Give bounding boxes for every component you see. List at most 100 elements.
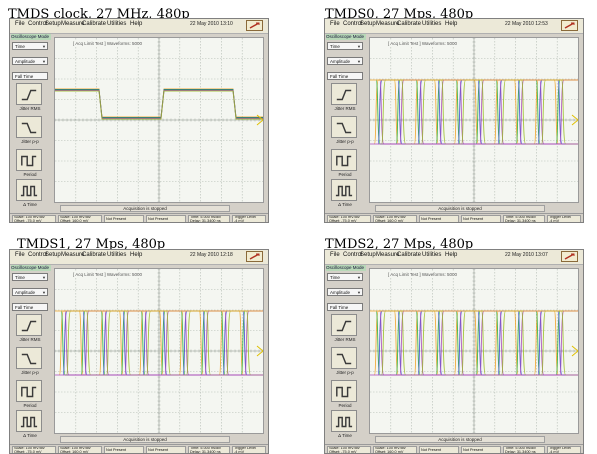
amplitude-select[interactable]: Amplitude ▼ [327, 288, 363, 296]
jitter-rms-button[interactable] [16, 83, 42, 105]
channel-4-settings[interactable]: Not Present [461, 215, 501, 222]
menu-item-setup[interactable]: Setup [360, 21, 376, 27]
amplitude-select-label: Amplitude [330, 59, 351, 64]
scope-window: File Control Setup Measure Calibrate Utilitie… [9, 18, 269, 223]
close-icon [249, 253, 260, 260]
time-select[interactable]: Time ▼ [327, 273, 363, 281]
amplitude-select[interactable]: Amplitude ▼ [327, 57, 363, 65]
menu-item-file[interactable]: File [330, 252, 340, 258]
menu-item-file[interactable]: File [15, 21, 25, 27]
channel-2-settings[interactable]: Scale: 100 mV/div Offset: 160.0 mV [58, 215, 102, 222]
amplitude-select[interactable]: Amplitude ▼ [12, 288, 48, 296]
timebase-settings[interactable]: Time: 5.000 ns/div Delay: 31.3400 ns [188, 446, 230, 453]
menu-item-setup[interactable]: Setup [45, 252, 61, 258]
channel-3-settings[interactable]: Not Present [419, 446, 459, 453]
menu-item-measure[interactable]: Measure [61, 252, 84, 258]
menu-item-file[interactable]: File [330, 21, 340, 27]
channel-4-settings[interactable]: Not Present [146, 215, 186, 222]
channel-4-settings[interactable]: Not Present [146, 446, 186, 453]
sidebar-button-label: Jitter p-p [336, 139, 354, 144]
menu-item-calibrate[interactable]: Calibrate [82, 21, 106, 27]
time-select[interactable]: Time ▼ [12, 42, 48, 50]
timebase-settings[interactable]: Time: 5.000 ns/div Delay: 31.3400 ns [503, 215, 545, 223]
jitter-pp-button[interactable] [16, 116, 42, 138]
channel-2-settings[interactable]: Scale: 100 mV/div Offset: 160.0 mV [58, 446, 102, 453]
menu-item-help[interactable]: Help [445, 21, 457, 27]
amplitude-select[interactable]: Amplitude ▼ [12, 57, 48, 65]
channel-bar-text: Not Present [148, 217, 169, 221]
period-button[interactable] [16, 380, 42, 402]
acquisition-title: [ Acq Limit Test ] Waveforms: 5000 [73, 41, 143, 46]
fall-time-select-label: Fall Time [15, 74, 34, 79]
time-select[interactable]: Time ▼ [327, 42, 363, 50]
trigger-settings[interactable]: Trigger Level -4 mV [232, 446, 266, 453]
jitter-pp-button[interactable] [331, 347, 357, 369]
trigger-settings[interactable]: Trigger Level -4 mV [547, 215, 581, 222]
menu-item-calibrate[interactable]: Calibrate [82, 252, 106, 258]
channel-1-settings[interactable]: Scale: 100 mV/div Offset: -75.0 mV [12, 446, 56, 453]
period-button[interactable] [331, 380, 357, 402]
channel-bar-text: Delay: 31.3400 ns [505, 218, 536, 223]
channel-2-settings[interactable]: Scale: 100 mV/div Offset: 160.0 mV [373, 446, 417, 453]
menu-item-file[interactable]: File [15, 252, 25, 258]
jitter-rms-button[interactable] [16, 314, 42, 336]
menu-bar: File Control Setup Measure Calibrate Utilitie… [325, 19, 583, 34]
menu-item-utilities[interactable]: Utilities [422, 252, 441, 258]
waveform-graticule [370, 38, 578, 202]
channel-3-settings[interactable]: Not Present [419, 215, 459, 222]
period-button[interactable] [331, 149, 357, 171]
menu-item-utilities[interactable]: Utilities [107, 252, 126, 258]
jitter-pp-button[interactable] [331, 116, 357, 138]
delta-time-button[interactable] [331, 410, 357, 432]
trigger-settings[interactable]: Trigger Level -4 mV [232, 215, 266, 222]
menu-item-measure[interactable]: Measure [61, 21, 84, 27]
close-button[interactable] [246, 251, 263, 262]
menu-item-help[interactable]: Help [445, 252, 457, 258]
timebase-settings[interactable]: Time: 5.000 ns/div Delay: 31.3400 ns [188, 215, 230, 222]
fall-time-select[interactable]: Fall Time [12, 72, 48, 80]
jitter-rms-button[interactable] [331, 83, 357, 105]
sidebar-button-label: Period [23, 172, 37, 177]
delta-time-button[interactable] [331, 179, 357, 201]
fall-time-select[interactable]: Fall Time [12, 303, 48, 311]
channel-3-settings[interactable]: Not Present [104, 446, 144, 453]
jitter-pp-button[interactable] [16, 347, 42, 369]
delta-time-button[interactable] [16, 410, 42, 432]
amplitude-select-label: Amplitude [330, 290, 351, 295]
channel-3-settings[interactable]: Not Present [104, 215, 144, 222]
delta-time-button[interactable] [16, 179, 42, 201]
channel-4-settings[interactable]: Not Present [461, 446, 501, 453]
pulse-icon [20, 185, 38, 197]
jitter-rms-button[interactable] [331, 314, 357, 336]
timebase-settings[interactable]: Time: 5.000 ns/div Delay: 31.3400 ns [503, 446, 545, 454]
menu-item-setup[interactable]: Setup [45, 21, 61, 27]
sidebar-button-label: Jitter p-p [336, 370, 354, 375]
close-button[interactable] [246, 20, 263, 31]
menu-item-utilities[interactable]: Utilities [422, 21, 441, 27]
period-button[interactable] [16, 149, 42, 171]
period-icon [21, 155, 37, 167]
menu-item-measure[interactable]: Measure [376, 252, 399, 258]
fall-time-select[interactable]: Fall Time [327, 72, 363, 80]
fall-time-select[interactable]: Fall Time [327, 303, 363, 311]
close-button[interactable] [561, 20, 578, 31]
channel-1-settings[interactable]: Scale: 100 mV/div Offset: -75.0 mV [12, 215, 56, 222]
close-icon [249, 22, 260, 29]
menu-item-utilities[interactable]: Utilities [107, 21, 126, 27]
menu-item-help[interactable]: Help [130, 21, 142, 27]
channel-1-settings[interactable]: Scale: 100 mV/div Offset: -75.0 mV [327, 446, 371, 453]
menu-item-measure[interactable]: Measure [376, 21, 399, 27]
trigger-settings[interactable]: Trigger Level -4 mV [547, 446, 581, 453]
channel-2-settings[interactable]: Scale: 100 mV/div Offset: 160.0 mV [373, 215, 417, 222]
measurement-sidebar: Time ▼ Amplitude ▼ Fall Time Jitter RMS Jitter… [325, 272, 366, 440]
menu-item-setup[interactable]: Setup [360, 252, 376, 258]
channel-1-settings[interactable]: Scale: 100 mV/div Offset: -75.0 mV [327, 215, 371, 222]
menu-item-calibrate[interactable]: Calibrate [397, 252, 421, 258]
time-select[interactable]: Time ▼ [12, 273, 48, 281]
chevron-down-icon: ▼ [357, 44, 361, 49]
menu-item-help[interactable]: Help [130, 252, 142, 258]
mode-label: Oscilloscope Mode [326, 34, 366, 40]
channel-bar-text: Delay: 31.3400 ns [505, 449, 536, 454]
close-button[interactable] [561, 251, 578, 262]
menu-item-calibrate[interactable]: Calibrate [397, 21, 421, 27]
